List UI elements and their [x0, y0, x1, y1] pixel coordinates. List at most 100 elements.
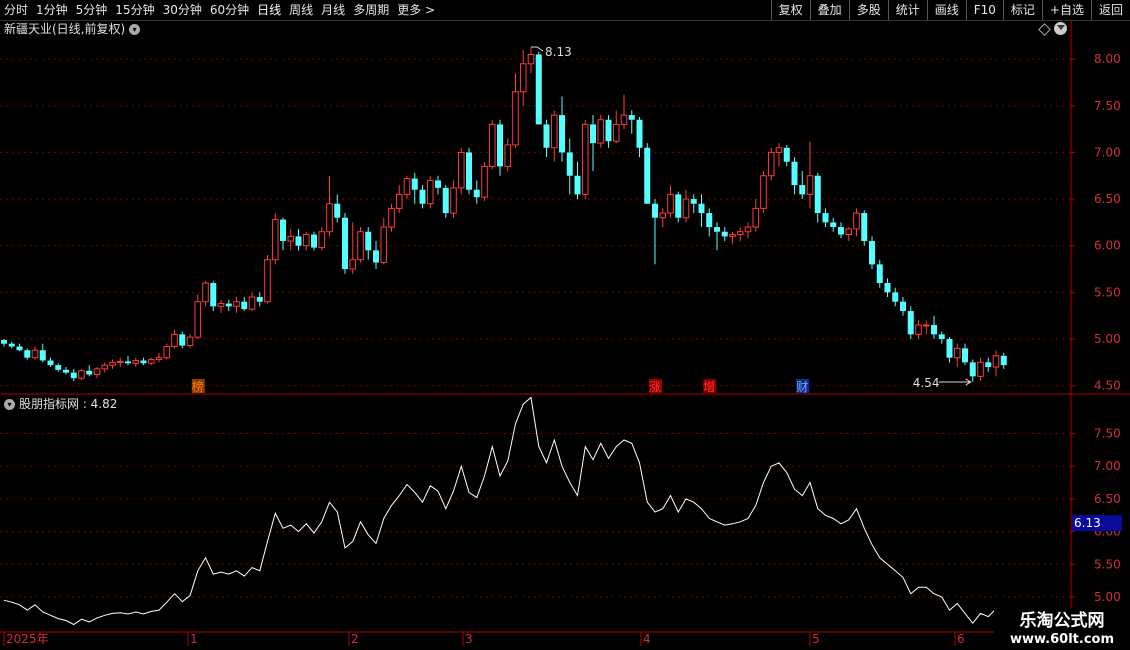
candle-body-113 — [876, 264, 883, 284]
candle-body-96 — [744, 226, 752, 233]
candle-body-102 — [791, 161, 798, 186]
candle-body-17 — [132, 359, 140, 364]
toolbar-button-0[interactable]: 复权 — [770, 0, 810, 20]
candle-body-106 — [822, 213, 829, 223]
ind-tick-label-3: 6.50 — [1094, 492, 1121, 506]
diamond-icon[interactable] — [1038, 23, 1051, 36]
ind-tick-label-0: 5.00 — [1094, 590, 1121, 604]
chart-svg[interactable]: 4.50 5.00 5.50 6.00 6.50 7.00 7.50 8.00 5.00 5.50… — [0, 0, 1130, 650]
price-tick-label-7: 8.00 — [1094, 52, 1121, 66]
watermark-title: 乐淘公式网 — [1019, 611, 1105, 631]
candle-body-82 — [636, 119, 643, 148]
candle-body-103 — [799, 185, 806, 195]
period-tab-0[interactable]: 分时 — [0, 0, 32, 20]
high-pointer — [531, 46, 544, 52]
candle-body-14 — [109, 361, 116, 366]
candle-body-31 — [241, 301, 248, 310]
period-tab-4[interactable]: 30分钟 — [159, 0, 206, 20]
candle-body-47 — [365, 231, 372, 251]
candle-body-105 — [814, 175, 821, 214]
candle-body-83 — [644, 147, 651, 204]
indicator-line — [3, 396, 1005, 626]
candle-body-92 — [714, 227, 720, 232]
period-tab-3[interactable]: 15分钟 — [111, 0, 158, 20]
candle-body-40 — [311, 234, 317, 248]
period-tab-1[interactable]: 1分钟 — [32, 0, 72, 20]
period-tab-7[interactable]: 周线 — [285, 0, 317, 20]
period-tab-9[interactable]: 多周期 — [349, 0, 393, 20]
candle-body-127 — [985, 362, 992, 368]
candle-body-114 — [884, 283, 891, 293]
candle-body-91 — [706, 213, 713, 228]
candle-body-1 — [8, 343, 15, 347]
candle-body-21 — [163, 345, 171, 359]
candle-body-12 — [93, 368, 101, 375]
time-label-2: 2 — [351, 632, 359, 646]
candle-body-4 — [31, 349, 39, 359]
candle-body-34 — [264, 259, 271, 303]
candle-body-28 — [217, 303, 225, 307]
candle-body-37 — [287, 235, 295, 242]
candle-body-120 — [931, 325, 937, 335]
candle-body-85 — [659, 212, 667, 219]
candle-body-43 — [334, 203, 341, 218]
candle-body-124 — [962, 348, 968, 363]
candle-body-55 — [426, 179, 434, 205]
candle-body-109 — [845, 228, 853, 236]
time-label-3: 3 — [465, 632, 473, 646]
candle-body-129 — [1000, 355, 1007, 366]
period-tab-2[interactable]: 5分钟 — [72, 0, 112, 20]
candle-body-118 — [915, 324, 922, 335]
candle-body-54 — [419, 189, 426, 204]
price-tick-label-1: 5.00 — [1094, 332, 1121, 346]
candle-body-88 — [682, 198, 690, 219]
period-tab-6[interactable]: 日线 — [253, 0, 285, 20]
period-tab-5[interactable]: 60分钟 — [206, 0, 253, 20]
collapse-icon[interactable] — [1054, 22, 1067, 35]
action-toolbar: 复权 叠加 多股 统计 画线 F10 标记 +自选 返回 — [770, 0, 1130, 20]
toolbar-button-3[interactable]: 统计 — [887, 0, 927, 20]
toolbar-button-1[interactable]: 叠加 — [809, 0, 849, 20]
event-marker-bg-3 — [796, 379, 810, 393]
candle-body-74 — [574, 175, 581, 195]
event-marker-bg-1 — [649, 379, 662, 393]
candle-body-93 — [721, 231, 728, 237]
ind-tick-label-1: 5.50 — [1094, 557, 1121, 571]
candle-body-79 — [612, 123, 620, 142]
time-label-1: 1 — [190, 632, 198, 646]
candle-body-50 — [388, 207, 395, 228]
toolbar-button-5[interactable]: F10 — [965, 0, 1003, 20]
event-marker-2: 增 — [703, 380, 715, 394]
toolbar-button-8[interactable]: 返回 — [1090, 0, 1130, 20]
candle-body-72 — [559, 115, 565, 153]
price-tick-label-4: 6.50 — [1094, 192, 1121, 206]
candle-body-81 — [628, 115, 635, 120]
candle-body-11 — [86, 370, 93, 375]
period-tab-8[interactable]: 月线 — [317, 0, 349, 20]
candle-body-69 — [535, 54, 542, 125]
toolbar-button-2[interactable]: 多股 — [848, 0, 888, 20]
candle-body-122 — [946, 339, 953, 358]
candle-body-63 — [488, 123, 496, 167]
candle-body-62 — [481, 165, 488, 198]
time-label-4: 4 — [643, 632, 651, 646]
candle-body-2 — [16, 346, 23, 351]
candle-body-84 — [652, 203, 658, 218]
candle-body-7 — [55, 365, 62, 370]
toolbar-button-6[interactable]: 标记 — [1002, 0, 1042, 20]
candle-body-104 — [806, 175, 814, 195]
indicator-dropdown-icon[interactable]: ▾ — [4, 399, 15, 410]
candle-body-32 — [248, 296, 256, 310]
candle-body-0 — [1, 339, 7, 344]
price-tick-label-5: 7.00 — [1094, 145, 1121, 159]
candle-body-53 — [411, 178, 418, 190]
candle-body-67 — [519, 63, 527, 93]
period-tab-10[interactable]: 更多 > — [393, 0, 439, 20]
candle-body-29 — [225, 303, 232, 307]
dropdown-icon[interactable]: ▾ — [129, 24, 141, 35]
candle-body-45 — [349, 259, 357, 270]
toolbar-button-4[interactable]: 画线 — [926, 0, 966, 20]
toolbar-button-7[interactable]: +自选 — [1041, 0, 1091, 20]
candle-body-128 — [992, 355, 1000, 368]
candle-body-52 — [403, 178, 411, 195]
